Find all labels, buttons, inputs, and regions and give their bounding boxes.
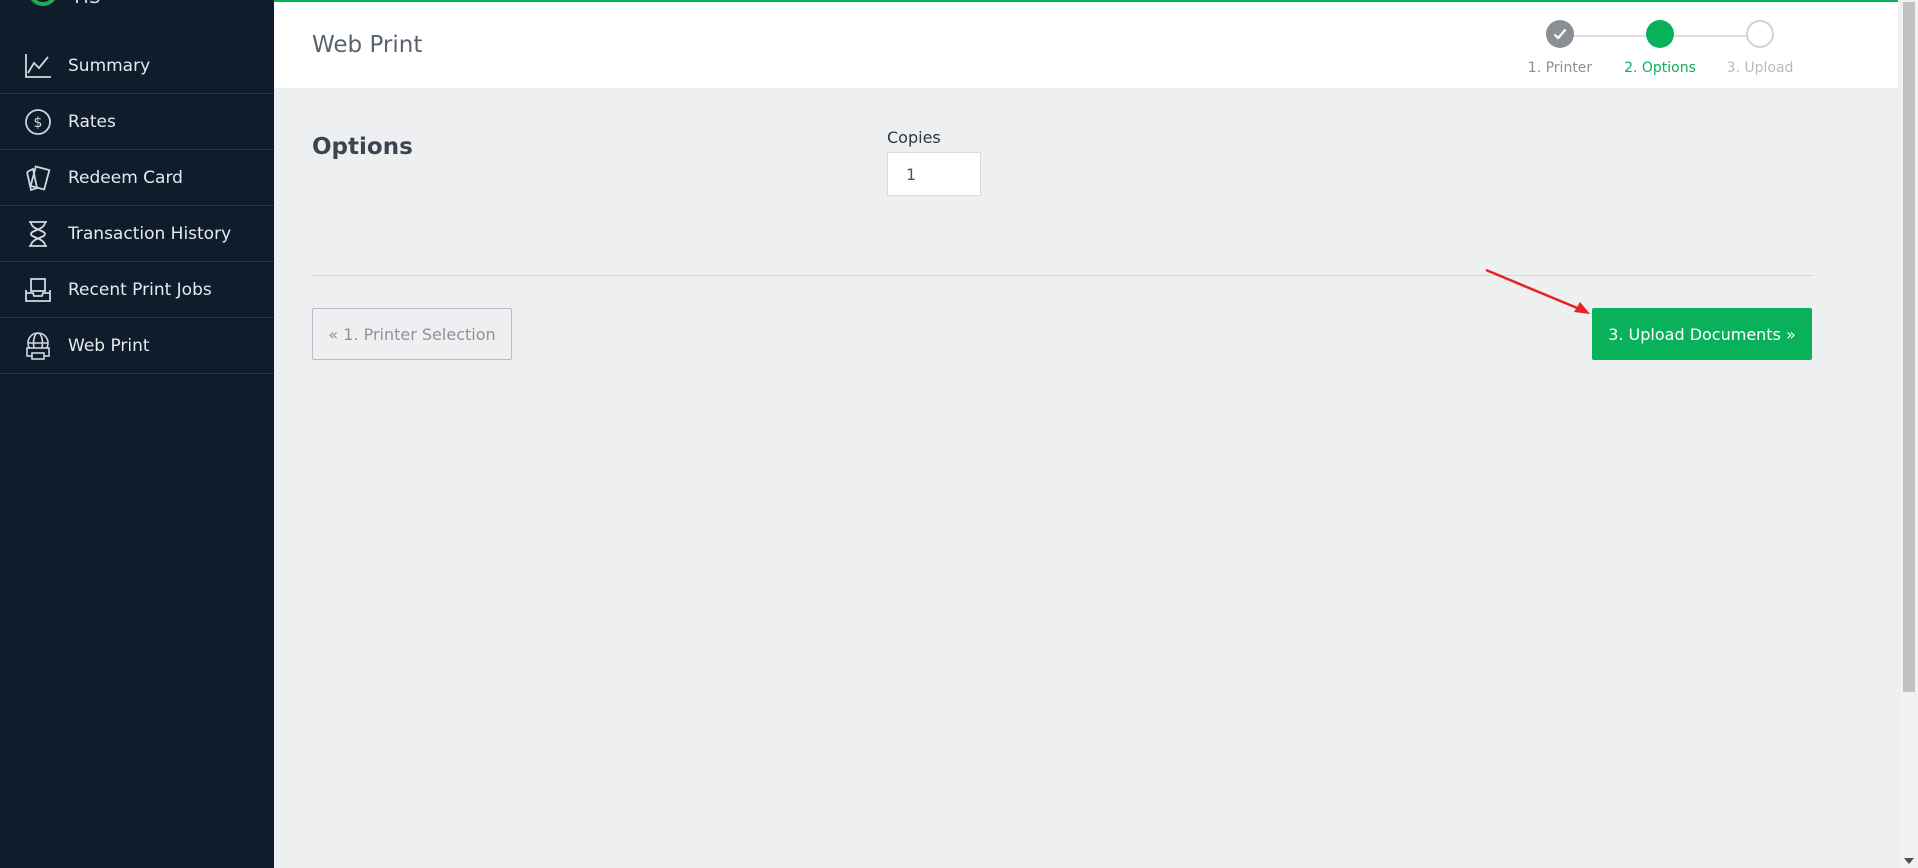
cards-icon — [22, 162, 54, 194]
page-title: Web Print — [312, 32, 423, 58]
sidebar-item-label: Summary — [68, 55, 151, 76]
sidebar-item-label: Rates — [68, 111, 116, 132]
copies-input[interactable] — [887, 152, 981, 196]
upload-documents-button[interactable]: 3. Upload Documents » — [1592, 308, 1812, 360]
step-circle — [1646, 20, 1674, 48]
sidebar-item-label: Web Print — [68, 335, 150, 356]
annotation-arrow-icon — [1485, 268, 1590, 314]
step-options[interactable]: 2. Options — [1610, 20, 1710, 76]
sidebar-item-label: Recent Print Jobs — [68, 279, 212, 300]
logo-text: ris — [74, 0, 101, 9]
sidebar-item-recent-print-jobs[interactable]: Recent Print Jobs — [0, 262, 274, 318]
step-circle — [1746, 20, 1774, 48]
step-label: 1. Printer — [1527, 60, 1593, 76]
printer-selection-button[interactable]: « 1. Printer Selection — [312, 308, 512, 360]
sidebar-item-web-print[interactable]: Web Print — [0, 318, 274, 374]
scroll-down-icon[interactable] — [1904, 858, 1914, 864]
options-title: Options — [312, 134, 413, 160]
sidebar-item-rates[interactable]: $ Rates — [0, 94, 274, 150]
scrollbar[interactable] — [1900, 0, 1918, 868]
sidebar-item-label: Transaction History — [68, 223, 232, 244]
step-printer[interactable]: 1. Printer — [1510, 20, 1610, 76]
chart-line-icon — [22, 50, 54, 82]
sidebar-menu: Summary $ Rates Redeem Card Transaction … — [0, 38, 274, 374]
logo-icon — [28, 0, 58, 6]
sidebar-item-label: Redeem Card — [68, 167, 183, 188]
scrollbar-thumb[interactable] — [1903, 2, 1915, 692]
step-label: 3. Upload — [1726, 60, 1794, 76]
inbox-tray-icon — [22, 274, 54, 306]
sidebar-item-transaction-history[interactable]: Transaction History — [0, 206, 274, 262]
copies-label: Copies — [887, 128, 941, 147]
svg-text:$: $ — [34, 115, 43, 131]
progress-stepper: 1. Printer 2. Options 3. Upload — [1510, 20, 1810, 80]
checkmark-icon — [1546, 20, 1574, 48]
main-content: Options Copies « 1. Printer Selection 3.… — [274, 88, 1898, 868]
step-upload[interactable]: 3. Upload — [1710, 20, 1810, 76]
sidebar-item-redeem-card[interactable]: Redeem Card — [0, 150, 274, 206]
sidebar: ris Summary $ Rates — [0, 0, 274, 868]
sidebar-item-summary[interactable]: Summary — [0, 38, 274, 94]
hourglass-icon — [22, 218, 54, 250]
dollar-circle-icon: $ — [22, 106, 54, 138]
page-header: Web Print 1. Printer 2. Options 3. Uploa… — [274, 0, 1898, 88]
step-label: 2. Options — [1624, 60, 1696, 76]
globe-printer-icon — [22, 330, 54, 362]
